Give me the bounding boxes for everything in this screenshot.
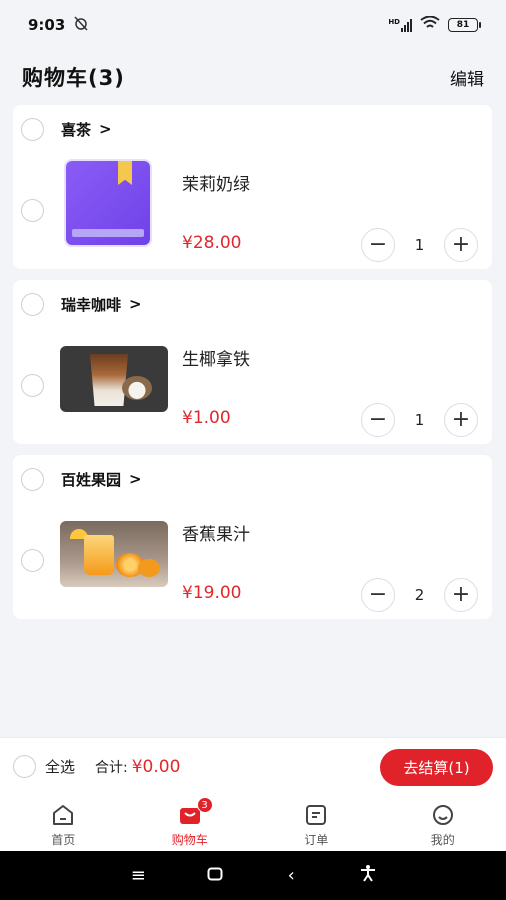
item-select-radio[interactable]	[21, 374, 44, 397]
tab-orders[interactable]: 订单	[253, 795, 380, 851]
menu-icon[interactable]: ≡	[123, 865, 153, 886]
quantity-stepper: − 1 +	[361, 403, 481, 437]
system-nav-bar: ≡ ‹	[0, 851, 506, 900]
chevron-right-icon: >	[129, 470, 142, 488]
shop-header[interactable]: 瑞幸咖啡 >	[13, 290, 492, 318]
alarm-off-icon	[73, 15, 89, 35]
shop-name[interactable]: 喜茶	[61, 119, 91, 140]
quantity-stepper: − 2 +	[361, 578, 481, 612]
orange-juice-photo[interactable]	[60, 521, 168, 587]
increase-button[interactable]: +	[444, 403, 478, 437]
decrease-button[interactable]: −	[361, 403, 395, 437]
shop-card: 瑞幸咖啡 > 生椰拿铁 ¥1.00 − 1 +	[13, 280, 492, 444]
book-icon[interactable]	[66, 161, 150, 245]
shop-card: 喜茶 > 茉莉奶绿 ¥28.00 − 1 +	[13, 105, 492, 269]
total-value: ¥0.00	[131, 756, 181, 777]
signal-icon: HD	[388, 18, 412, 32]
battery-level: 81	[456, 20, 470, 30]
shop-header[interactable]: 喜茶 >	[13, 115, 492, 143]
profile-icon	[430, 803, 456, 827]
tab-label: 首页	[51, 833, 76, 847]
item-price: ¥19.00	[182, 583, 242, 603]
page-header: 购物车(3) 编辑	[0, 55, 506, 99]
quantity-value: 2	[414, 586, 425, 604]
battery-icon: 81	[448, 18, 481, 32]
network-label: HD	[388, 18, 400, 26]
home-button-icon[interactable]	[200, 865, 230, 886]
item-name[interactable]: 生椰拿铁	[182, 345, 250, 370]
shop-card: 百姓果园 > 香蕉果汁 ¥19.00 − 2 +	[13, 455, 492, 619]
checkout-button[interactable]: 去结算(1)	[380, 749, 493, 786]
item-price: ¥1.00	[182, 408, 231, 428]
wifi-icon	[420, 15, 440, 34]
status-bar: 9:03 HD 81	[0, 0, 506, 50]
shop-name[interactable]: 百姓果园	[61, 469, 121, 490]
tab-label: 我的	[430, 833, 455, 847]
total-label: 合计:	[95, 759, 128, 776]
select-all-label[interactable]: 全选	[45, 756, 75, 777]
decrease-button[interactable]: −	[361, 578, 395, 612]
shop-select-radio[interactable]	[21, 117, 44, 141]
tab-label: 购物车	[171, 833, 208, 847]
shop-header[interactable]: 百姓果园 >	[13, 465, 492, 493]
quantity-value: 1	[414, 411, 425, 429]
accessibility-icon[interactable]	[353, 864, 383, 887]
back-icon[interactable]: ‹	[276, 865, 306, 886]
orders-icon	[303, 803, 329, 827]
chevron-right-icon: >	[129, 295, 142, 313]
quantity-stepper: − 1 +	[361, 228, 481, 262]
item-name[interactable]: 香蕉果汁	[182, 520, 250, 545]
coconut-latte-photo[interactable]	[60, 346, 168, 412]
home-icon	[50, 803, 76, 827]
page-title: 购物车(3)	[22, 66, 125, 90]
decrease-button[interactable]: −	[361, 228, 395, 262]
item-name[interactable]: 茉莉奶绿	[182, 170, 250, 195]
item-price: ¥28.00	[182, 233, 242, 253]
item-select-radio[interactable]	[21, 549, 44, 572]
tab-profile[interactable]: 我的	[380, 795, 506, 851]
chevron-right-icon: >	[99, 120, 112, 138]
checkout-bar: 全选 合计: ¥0.00 去结算(1)	[0, 737, 506, 795]
shop-name[interactable]: 瑞幸咖啡	[61, 294, 121, 315]
tab-home[interactable]: 首页	[0, 795, 127, 851]
tab-label: 订单	[304, 833, 329, 847]
cart-badge: 3	[196, 797, 213, 813]
tab-bar: 首页 3 购物车 订单 我的	[0, 795, 506, 851]
item-select-radio[interactable]	[21, 199, 44, 222]
shop-select-radio[interactable]	[21, 467, 44, 491]
edit-button[interactable]: 编辑	[450, 65, 484, 90]
status-time: 9:03	[28, 16, 66, 34]
increase-button[interactable]: +	[444, 228, 478, 262]
shop-select-radio[interactable]	[21, 292, 44, 316]
increase-button[interactable]: +	[444, 578, 478, 612]
tab-cart[interactable]: 3 购物车	[127, 795, 254, 851]
quantity-value: 1	[414, 236, 425, 254]
select-all-radio[interactable]	[13, 755, 36, 778]
